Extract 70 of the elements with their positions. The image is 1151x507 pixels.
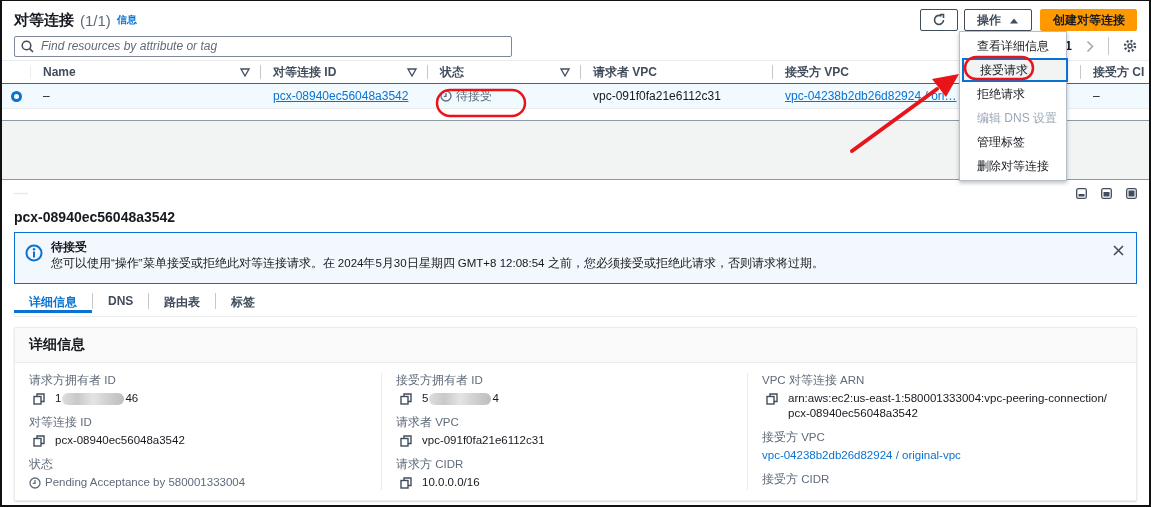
column-header[interactable]: 对等连接 ID [260, 65, 427, 79]
field-label: 接受方拥有者 ID [396, 373, 484, 388]
field-label: 状态 [29, 457, 54, 472]
menu-item[interactable]: 删除对等连接 [960, 154, 1066, 178]
column-header[interactable]: 状态 [427, 65, 580, 79]
detail-tab[interactable]: DNS [93, 289, 149, 313]
alert-message: 您可以使用“操作”菜单接受或拒绝此对等连接请求。在 2024年5月30日星期四 GMT+8 12:08:54 之前，您必须接受或拒绝此请求，否则请求将过期。 [51, 256, 825, 271]
row-radio[interactable] [11, 90, 22, 102]
clock-icon [29, 476, 41, 489]
detail-tab[interactable]: 详细信息 [14, 289, 92, 313]
panel-layout-icon[interactable] [1101, 187, 1112, 199]
settings-icon[interactable] [1123, 39, 1137, 53]
field-value: arn:aws:ec2:us-east-1:580001333004:vpc-peering-connection/pcx-08940ec56048a3542 [788, 391, 1109, 421]
copy-icon[interactable] [400, 477, 412, 489]
field-label: 接受方 CIDR [762, 472, 831, 487]
copy-icon[interactable] [33, 435, 45, 447]
column-header[interactable]: 接受方 CI [1080, 65, 1149, 79]
detail-tab[interactable]: 路由表 [149, 289, 216, 313]
field-label: 接受方 VPC [762, 430, 826, 445]
copy-icon[interactable] [766, 393, 778, 405]
detail-tab[interactable]: 标签 [216, 289, 271, 313]
info-link[interactable]: 信息 [116, 13, 137, 27]
copy-icon[interactable] [400, 393, 412, 405]
page-title: 对等连接 [14, 10, 74, 30]
alert-title: 待接受 [51, 239, 88, 255]
menu-item[interactable]: 拒绝请求 [960, 82, 1066, 106]
panel-layout-icon[interactable] [1076, 187, 1087, 199]
table-cell-text: – [1092, 89, 1100, 103]
table-cell-text: – [42, 89, 50, 103]
search-field[interactable]: Find resources by attribute or tag [14, 35, 512, 57]
copy-icon[interactable] [400, 435, 412, 447]
field-value: 1 [55, 391, 62, 406]
field-value: pcx-08940ec56048a3542 [55, 433, 185, 448]
field-value: vpc-091f0fa21e6112c31 [422, 433, 545, 448]
field-label: VPC 对等连接 ARN [762, 373, 866, 388]
redaction-blur [429, 392, 492, 405]
detail-title: pcx-08940ec56048a3542 [14, 208, 177, 227]
menu-item[interactable]: 管理标签 [960, 130, 1066, 154]
status-text: Pending Acceptance by 580001333004 [45, 475, 246, 490]
copy-icon[interactable] [33, 393, 45, 405]
field-label: 请求方拥有者 ID [29, 373, 117, 388]
filter-icon[interactable] [240, 67, 250, 77]
field-value: 5 [422, 391, 429, 406]
filter-icon[interactable] [560, 67, 570, 77]
close-icon[interactable] [1113, 245, 1124, 256]
column-header[interactable]: 请求者 VPC [580, 65, 772, 79]
field-value: 4 [492, 391, 499, 406]
create-button[interactable]: 创建对等连接 [1040, 9, 1137, 31]
column-header[interactable]: Name [30, 65, 260, 79]
resize-handle[interactable] [14, 190, 28, 196]
menu-item[interactable]: 查看详细信息 [960, 34, 1066, 58]
field-label: 请求方 CIDR [396, 457, 465, 472]
redaction-blur [62, 392, 125, 405]
refresh-icon [932, 13, 946, 27]
field-value: 46 [125, 391, 139, 406]
table-cell-text: vpc-091f0fa21e6112c31 [592, 89, 721, 103]
field-value: 10.0.0.0/16 [422, 475, 480, 490]
refresh-button[interactable] [920, 9, 958, 31]
info-icon [25, 244, 43, 262]
actions-button[interactable]: 操作 [964, 9, 1032, 31]
card-header: 详细信息 [15, 328, 1136, 363]
vpc-link[interactable]: vpc-04238b2db26d82924 / original-vpc [762, 448, 961, 463]
caret-icon [1009, 16, 1019, 24]
menu-item[interactable]: 接受请求 [962, 58, 1068, 82]
clock-icon [440, 90, 452, 102]
filter-icon[interactable] [407, 67, 417, 77]
field-label: 请求者 VPC [396, 415, 460, 430]
resource-count: (1/1) [80, 11, 111, 29]
field-label: 对等连接 ID [29, 415, 93, 430]
panel-layout-icon[interactable] [1126, 187, 1137, 199]
